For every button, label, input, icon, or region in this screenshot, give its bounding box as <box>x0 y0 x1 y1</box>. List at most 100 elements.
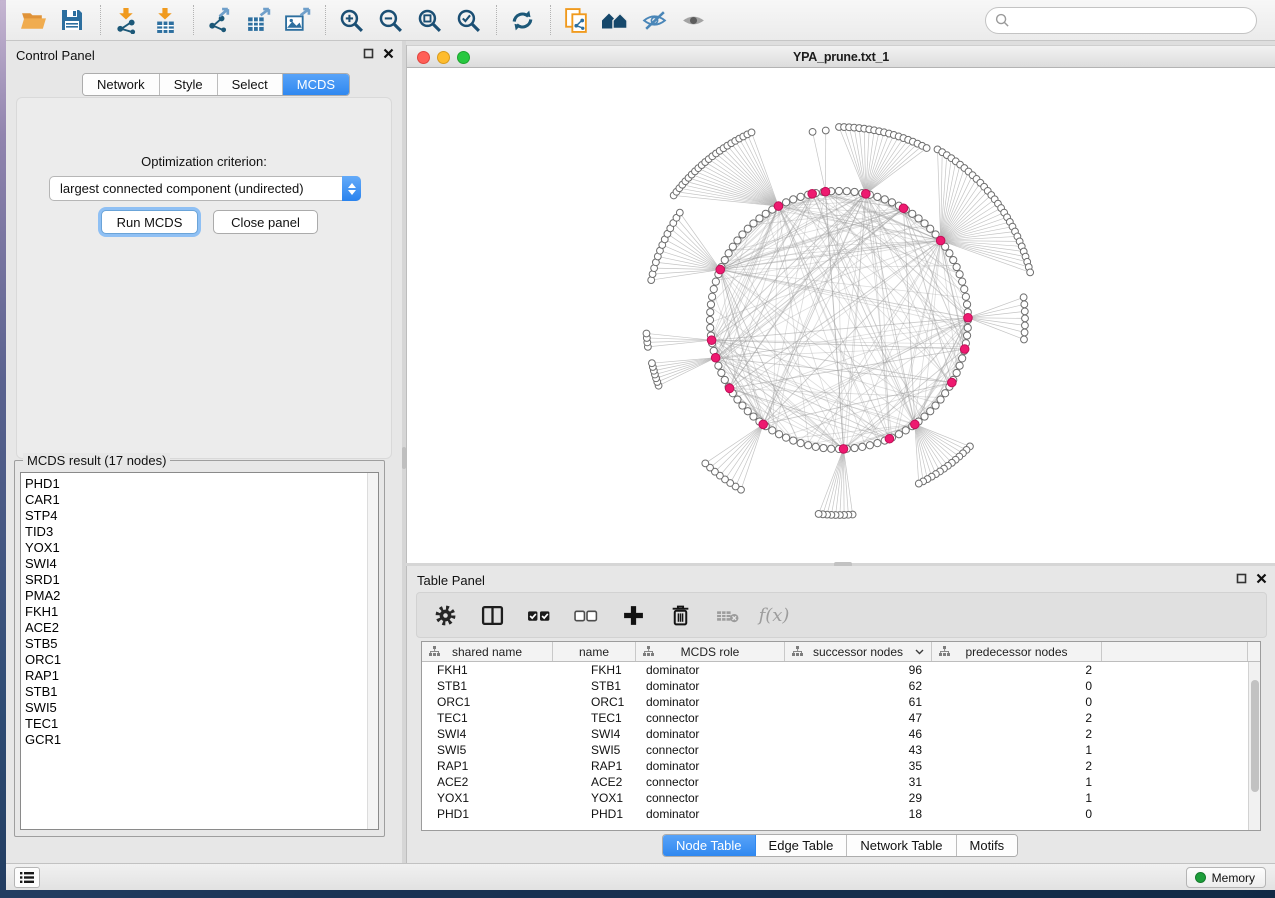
search-input[interactable] <box>1016 13 1246 28</box>
tab-edge-table[interactable]: Edge Table <box>756 835 848 856</box>
show-all-icon[interactable] <box>678 5 708 35</box>
table-row[interactable]: STB1STB1dominator620 <box>422 678 1260 694</box>
result-list-item[interactable]: SRD1 <box>25 572 374 588</box>
mcds-result-list[interactable]: PHD1CAR1STP4TID3YOX1SWI4SRD1PMA2FKH1ACE2… <box>20 472 379 830</box>
result-list-item[interactable]: YOX1 <box>25 540 374 556</box>
table-cell: SWI4 <box>553 726 636 742</box>
result-list-item[interactable]: PHD1 <box>25 476 374 492</box>
table-panel-header: Table Panel <box>407 566 1275 592</box>
network-files-icon[interactable] <box>561 5 591 35</box>
zoom-out-icon[interactable] <box>375 5 405 35</box>
close-panel-icon[interactable] <box>383 48 394 59</box>
run-mcds-button[interactable]: Run MCDS <box>101 210 198 234</box>
open-file-icon[interactable] <box>18 5 48 35</box>
table-cell: ORC1 <box>422 694 553 710</box>
result-list-item[interactable]: STP4 <box>25 508 374 524</box>
result-list-item[interactable]: CAR1 <box>25 492 374 508</box>
import-network-icon[interactable] <box>111 5 141 35</box>
zoom-fit-icon[interactable] <box>414 5 444 35</box>
column-header-successor-nodes[interactable]: successor nodes <box>785 642 932 661</box>
table-row[interactable]: RAP1RAP1dominator352 <box>422 758 1260 774</box>
delete-table-icon[interactable] <box>714 602 740 628</box>
result-list-item[interactable]: ORC1 <box>25 652 374 668</box>
table-cell: SWI5 <box>553 742 636 758</box>
column-header-shared-name[interactable]: shared name <box>422 642 553 661</box>
result-list-item[interactable]: ACE2 <box>25 620 374 636</box>
network-titlebar: YPA_prune.txt_1 <box>407 45 1275 68</box>
table-cell: 2 <box>932 726 1102 742</box>
result-list-item[interactable]: FKH1 <box>25 604 374 620</box>
table-cell: 46 <box>785 726 932 742</box>
tab-network-table[interactable]: Network Table <box>847 835 956 856</box>
export-network-icon[interactable] <box>204 5 234 35</box>
memory-button[interactable]: Memory <box>1186 867 1266 888</box>
column-header-predecessor-nodes[interactable]: predecessor nodes <box>932 642 1102 661</box>
export-table-icon[interactable] <box>243 5 273 35</box>
zoom-selected-icon[interactable] <box>453 5 483 35</box>
split-view-icon[interactable] <box>479 602 505 628</box>
table-cell: 18 <box>785 806 932 822</box>
tab-network[interactable]: Network <box>83 74 160 95</box>
optimization-criterion-select[interactable]: largest connected component (undirected) <box>49 176 361 201</box>
network-canvas[interactable] <box>407 69 1275 563</box>
save-icon[interactable] <box>57 5 87 35</box>
close-panel-button[interactable]: Close panel <box>213 210 318 234</box>
result-list-item[interactable]: TID3 <box>25 524 374 540</box>
column-header-name[interactable]: name <box>553 642 636 661</box>
result-list-item[interactable]: STB5 <box>25 636 374 652</box>
control-panel-tabs: NetworkStyleSelectMCDS <box>82 73 350 96</box>
optimization-criterion-label: Optimization criterion: <box>17 154 391 169</box>
result-list-item[interactable]: PMA2 <box>25 588 374 604</box>
table-panel-title: Table Panel <box>417 573 485 588</box>
table-row[interactable]: FKH1FKH1dominator962 <box>422 662 1260 678</box>
tab-mcds[interactable]: MCDS <box>283 74 349 95</box>
function-builder-icon[interactable]: f(x) <box>761 602 787 628</box>
table-row[interactable]: PHD1PHD1dominator180 <box>422 806 1260 822</box>
table-row[interactable]: TEC1TEC1connector472 <box>422 710 1260 726</box>
result-list-scrollbar[interactable] <box>367 473 378 829</box>
result-list-item[interactable]: SWI4 <box>25 556 374 572</box>
table-cell: ACE2 <box>553 774 636 790</box>
zoom-in-icon[interactable] <box>336 5 366 35</box>
result-list-item[interactable]: GCR1 <box>25 732 374 748</box>
result-list-item[interactable]: SWI5 <box>25 700 374 716</box>
select-all-icon[interactable] <box>526 602 552 628</box>
add-column-icon[interactable] <box>620 602 646 628</box>
column-header-mcds-role[interactable]: MCDS role <box>636 642 785 661</box>
import-table-icon[interactable] <box>150 5 180 35</box>
table-row[interactable]: ORC1ORC1dominator610 <box>422 694 1260 710</box>
table-scrollbar[interactable] <box>1248 662 1260 831</box>
table-cell: dominator <box>636 694 785 710</box>
tab-motifs[interactable]: Motifs <box>957 835 1018 856</box>
search-box[interactable] <box>985 7 1257 34</box>
result-list-item[interactable]: TEC1 <box>25 716 374 732</box>
float-panel-icon[interactable] <box>1236 573 1247 584</box>
export-image-icon[interactable] <box>282 5 312 35</box>
table-row[interactable]: YOX1YOX1connector291 <box>422 790 1260 806</box>
tab-node-table[interactable]: Node Table <box>663 835 756 856</box>
table-settings-icon[interactable] <box>432 602 458 628</box>
table-cell: 1 <box>932 790 1102 806</box>
tab-style[interactable]: Style <box>160 74 218 95</box>
table-scrollbar-thumb[interactable] <box>1251 680 1259 792</box>
delete-column-icon[interactable] <box>667 602 693 628</box>
result-list-item[interactable]: STB1 <box>25 684 374 700</box>
table-cell: dominator <box>636 662 785 678</box>
table-cell: 0 <box>932 694 1102 710</box>
table-cell: TEC1 <box>553 710 636 726</box>
table-cell: RAP1 <box>422 758 553 774</box>
panel-list-icon <box>20 871 34 884</box>
tab-select[interactable]: Select <box>218 74 283 95</box>
table-row[interactable]: ACE2ACE2connector311 <box>422 774 1260 790</box>
float-panel-icon[interactable] <box>363 48 374 59</box>
result-list-item[interactable]: RAP1 <box>25 668 374 684</box>
hide-selected-icon[interactable] <box>639 5 669 35</box>
close-panel-icon[interactable] <box>1256 573 1267 584</box>
deselect-all-icon[interactable] <box>573 602 599 628</box>
first-neighbors-icon[interactable] <box>600 5 630 35</box>
table-row[interactable]: SWI5SWI5connector431 <box>422 742 1260 758</box>
show-panels-button[interactable] <box>14 867 40 888</box>
table-row[interactable]: SWI4SWI4dominator462 <box>422 726 1260 742</box>
control-panel-title: Control Panel <box>16 48 95 63</box>
refresh-icon[interactable] <box>507 5 537 35</box>
